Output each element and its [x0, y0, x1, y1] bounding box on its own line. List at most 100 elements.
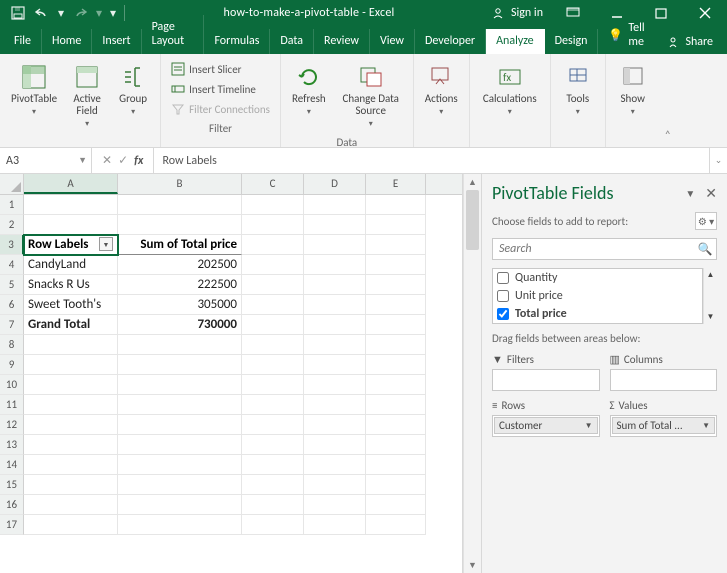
field-checkbox[interactable]	[497, 290, 509, 302]
cell[interactable]: 222500	[118, 275, 242, 295]
cell[interactable]: Sum of Total price	[118, 235, 242, 255]
cell[interactable]	[242, 515, 304, 535]
cell[interactable]	[24, 195, 118, 215]
cell[interactable]: 730000	[118, 315, 242, 335]
cell[interactable]	[118, 495, 242, 515]
search-input[interactable]	[493, 239, 694, 259]
tools-button[interactable]: Tools ▾	[557, 58, 599, 122]
rows-area[interactable]: ≡Rows Customer▼	[492, 399, 600, 437]
cell[interactable]	[304, 355, 366, 375]
cell[interactable]	[118, 515, 242, 535]
cell[interactable]	[242, 275, 304, 295]
cell[interactable]	[366, 235, 426, 255]
field-checkbox[interactable]	[497, 272, 509, 284]
row-header[interactable]: 4	[0, 255, 24, 275]
undo-dropdown-icon[interactable]: ▾	[56, 3, 66, 23]
cell[interactable]	[242, 255, 304, 275]
expand-formula-bar-icon[interactable]: ⌄	[709, 148, 727, 173]
cell[interactable]	[24, 375, 118, 395]
cell[interactable]	[366, 335, 426, 355]
row-header[interactable]: 8	[0, 335, 24, 355]
select-all-corner[interactable]	[0, 174, 24, 194]
cell[interactable]	[118, 415, 242, 435]
enter-formula-icon[interactable]: ✓	[118, 153, 128, 168]
cell[interactable]	[118, 395, 242, 415]
cell[interactable]	[366, 475, 426, 495]
field-item[interactable]: Unit price	[493, 287, 702, 305]
cell[interactable]	[366, 195, 426, 215]
share-button[interactable]: Share	[657, 30, 723, 54]
cell[interactable]	[242, 355, 304, 375]
cell[interactable]	[118, 475, 242, 495]
cell[interactable]	[304, 415, 366, 435]
cell[interactable]	[118, 355, 242, 375]
cell[interactable]	[242, 375, 304, 395]
cell[interactable]	[242, 215, 304, 235]
filters-area[interactable]: ▼Filters	[492, 353, 600, 391]
row-header[interactable]: 3	[0, 235, 24, 255]
cell[interactable]	[24, 495, 118, 515]
signin-link[interactable]: Sign in	[511, 6, 543, 20]
cell[interactable]	[366, 455, 426, 475]
cell[interactable]	[24, 435, 118, 455]
row-header[interactable]: 17	[0, 515, 24, 535]
cell[interactable]	[304, 275, 366, 295]
column-header-E[interactable]: E	[366, 174, 426, 194]
cell[interactable]	[304, 255, 366, 275]
cell[interactable]	[366, 315, 426, 335]
cell[interactable]	[366, 215, 426, 235]
gear-icon[interactable]: ⚙ ▾	[695, 212, 717, 230]
redo-icon[interactable]	[70, 3, 90, 23]
cell[interactable]	[24, 475, 118, 495]
cell[interactable]	[242, 455, 304, 475]
tab-data[interactable]: Data	[270, 29, 314, 54]
cell[interactable]	[24, 335, 118, 355]
rows-pill[interactable]: Customer▼	[494, 417, 598, 434]
column-header-C[interactable]: C	[242, 174, 304, 194]
cell[interactable]	[118, 215, 242, 235]
scroll-thumb[interactable]	[466, 190, 479, 250]
cell[interactable]	[24, 455, 118, 475]
tell-me[interactable]: 💡 Tell me	[598, 16, 657, 54]
cell[interactable]	[366, 415, 426, 435]
row-header[interactable]: 11	[0, 395, 24, 415]
cell[interactable]	[366, 515, 426, 535]
cell[interactable]	[304, 475, 366, 495]
cell[interactable]	[304, 335, 366, 355]
cell[interactable]	[118, 335, 242, 355]
cell[interactable]	[118, 455, 242, 475]
close-pane-icon[interactable]: ✕	[705, 185, 717, 202]
undo-icon[interactable]	[32, 3, 52, 23]
scroll-up-icon[interactable]: ▲	[703, 268, 717, 282]
actions-button[interactable]: Actions ▾	[420, 58, 463, 122]
formula-input[interactable]: Row Labels	[154, 148, 709, 173]
scroll-up-icon[interactable]: ▲	[464, 174, 481, 190]
cell[interactable]	[304, 435, 366, 455]
cell[interactable]	[242, 295, 304, 315]
cell[interactable]	[304, 195, 366, 215]
row-header[interactable]: 1	[0, 195, 24, 215]
row-header[interactable]: 16	[0, 495, 24, 515]
tab-page-layout[interactable]: Page Layout	[142, 15, 205, 54]
row-labels-filter-button[interactable]: ▼	[99, 237, 113, 251]
fx-icon[interactable]: fx	[134, 154, 143, 168]
cell[interactable]	[24, 215, 118, 235]
column-header-B[interactable]: B	[118, 174, 242, 194]
scroll-down-icon[interactable]: ▼	[464, 557, 481, 573]
cell[interactable]	[304, 515, 366, 535]
tab-view[interactable]: View	[370, 29, 415, 54]
cell[interactable]	[118, 435, 242, 455]
active-field-button[interactable]: Active Field ▾	[66, 58, 108, 134]
cell[interactable]	[304, 495, 366, 515]
field-item[interactable]: Total price	[493, 305, 702, 323]
row-header[interactable]: 2	[0, 215, 24, 235]
tab-formulas[interactable]: Formulas	[204, 29, 270, 54]
cell[interactable]	[242, 195, 304, 215]
pane-menu-icon[interactable]: ▼	[685, 187, 695, 200]
row-header[interactable]: 7	[0, 315, 24, 335]
cell[interactable]	[304, 455, 366, 475]
field-item[interactable]: Quantity	[493, 269, 702, 287]
cell[interactable]: Sweet Tooth's	[24, 295, 118, 315]
cell[interactable]	[242, 335, 304, 355]
fieldlist-scrollbar[interactable]: ▲▼	[703, 268, 717, 324]
